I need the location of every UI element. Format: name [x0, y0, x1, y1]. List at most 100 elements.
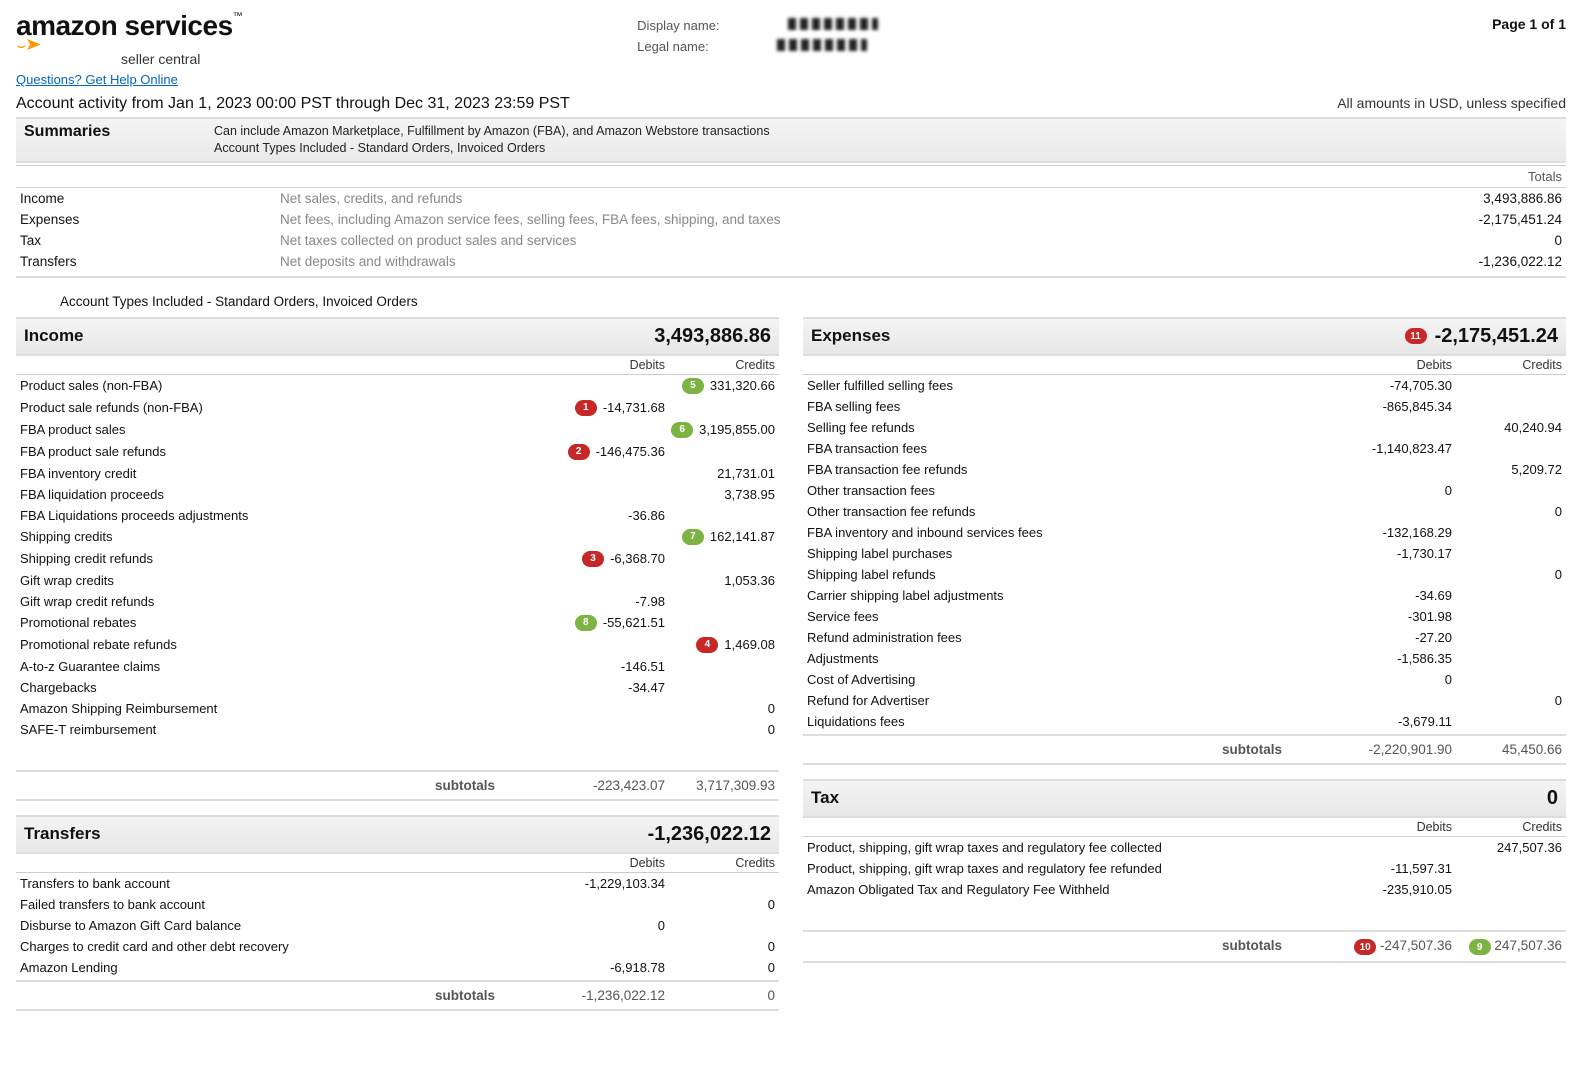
expenses-title: Expenses — [811, 326, 890, 346]
subtotals-label: subtotals — [20, 988, 555, 1003]
line-item-label: FBA inventory credit — [20, 466, 555, 481]
amount-value: 0 — [658, 918, 665, 933]
line-item-label: FBA product sales — [20, 422, 555, 437]
summary-row-label: Income — [20, 191, 280, 206]
line-item-label: FBA product sale refunds — [20, 444, 555, 459]
summary-row-value: 0 — [1402, 233, 1562, 248]
line-item-label: Promotional rebates — [20, 615, 555, 630]
debits-header: Debits — [1342, 358, 1452, 372]
amount-value: -146,475.36 — [596, 444, 665, 459]
income-title: Income — [24, 326, 84, 346]
amount-value: -132,168.29 — [1383, 525, 1452, 540]
amount-value: 0 — [768, 722, 775, 737]
annotation-badge: 7 — [682, 529, 704, 545]
credits-header: Credits — [665, 358, 775, 372]
amount-value: -3,679.11 — [1398, 714, 1452, 729]
amount-value: -1,730.17 — [1397, 546, 1452, 561]
amount-value: 1,053.36 — [724, 573, 775, 588]
amount-value: -865,845.34 — [1383, 399, 1452, 414]
account-names: Display name: Legal name: — [637, 18, 877, 54]
display-name-label: Display name: — [637, 18, 719, 33]
line-item-label: SAFE-T reimbursement — [20, 722, 555, 737]
account-types-note: Account Types Included - Standard Orders… — [60, 294, 1566, 309]
income-subtotal-credits: 3,717,309.93 — [665, 778, 775, 793]
amount-value: -1,586.35 — [1397, 651, 1452, 666]
line-item-label: FBA transaction fees — [807, 441, 1342, 456]
debits-header: Debits — [1342, 820, 1452, 834]
summary-row-label: Tax — [20, 233, 280, 248]
line-item-label: Refund administration fees — [807, 630, 1342, 645]
display-name-value-redacted — [788, 18, 878, 30]
debits-header: Debits — [555, 358, 665, 372]
line-item-label: Adjustments — [807, 651, 1342, 666]
amount-value: 0 — [768, 701, 775, 716]
annotation-badge: 5 — [682, 378, 704, 394]
credits-header: Credits — [665, 856, 775, 870]
activity-range: Account activity from Jan 1, 2023 00:00 … — [16, 95, 570, 113]
line-item-label: Disburse to Amazon Gift Card balance — [20, 918, 555, 933]
line-item-label: Amazon Lending — [20, 960, 555, 975]
summary-row-label: Expenses — [20, 212, 280, 227]
line-item-label: Transfers to bank account — [20, 876, 555, 891]
line-item-label: Carrier shipping label adjustments — [807, 588, 1342, 603]
amount-value: 0 — [1445, 483, 1452, 498]
transfers-title: Transfers — [24, 824, 101, 844]
line-item-label: Shipping label refunds — [807, 567, 1342, 582]
expenses-total-badge: 11 — [1405, 328, 1427, 344]
amount-value: 3,195,855.00 — [699, 422, 775, 437]
trademark-symbol: ™ — [233, 11, 243, 22]
amount-value: 1,469.08 — [724, 637, 775, 652]
tax-subtotal-debits-badge: 10 — [1354, 939, 1376, 955]
line-item-label: Promotional rebate refunds — [20, 637, 555, 652]
amount-value: -14,731.68 — [603, 400, 665, 415]
help-link[interactable]: Questions? Get Help Online — [16, 72, 178, 87]
line-item-label: Product, shipping, gift wrap taxes and r… — [807, 861, 1342, 876]
amount-value: -301.98 — [1408, 609, 1452, 624]
legal-name-value-redacted — [777, 39, 867, 51]
amount-value: -27.20 — [1415, 630, 1452, 645]
line-item-label: Shipping label purchases — [807, 546, 1342, 561]
amount-value: 247,507.36 — [1497, 840, 1562, 855]
line-item-label: A-to-z Guarantee claims — [20, 659, 555, 674]
tax-subtotal-debits: -247,507.36 — [1380, 938, 1452, 953]
logo-word-services: services — [117, 10, 232, 41]
income-total: 3,493,886.86 — [654, 325, 771, 348]
amount-value: 21,731.01 — [717, 466, 775, 481]
line-item-label: Shipping credits — [20, 529, 555, 544]
amount-value: -1,140,823.47 — [1372, 441, 1452, 456]
summary-row-desc: Net deposits and withdrawals — [280, 254, 1402, 269]
line-item-label: FBA liquidation proceeds — [20, 487, 555, 502]
totals-column-header: Totals — [16, 165, 1566, 188]
summaries-title: Summaries — [24, 123, 214, 141]
summaries-desc-1: Can include Amazon Marketplace, Fulfillm… — [214, 123, 770, 140]
line-item-label: Service fees — [807, 609, 1342, 624]
line-item-label: Failed transfers to bank account — [20, 897, 555, 912]
amount-value: 162,141.87 — [710, 529, 775, 544]
line-item-label: Other transaction fees — [807, 483, 1342, 498]
summary-row-value: -2,175,451.24 — [1402, 212, 1562, 227]
amount-value: 0 — [768, 960, 775, 975]
amount-value: -146.51 — [621, 659, 665, 674]
amount-value: 0 — [1555, 567, 1562, 582]
line-item-label: FBA inventory and inbound services fees — [807, 525, 1342, 540]
annotation-badge: 6 — [671, 422, 693, 438]
amazon-services-logo: amazon services™ ⌣➤ seller central — [16, 12, 243, 66]
expenses-total: -2,175,451.24 — [1435, 325, 1558, 348]
tax-title: Tax — [811, 788, 839, 808]
annotation-badge: 8 — [575, 615, 597, 631]
summary-row-value: 3,493,886.86 — [1402, 191, 1562, 206]
summary-row-desc: Net fees, including Amazon service fees,… — [280, 212, 1402, 227]
amount-value: 0 — [1445, 672, 1452, 687]
line-item-label: Product sales (non-FBA) — [20, 378, 555, 393]
transfers-subtotal-debits: -1,236,022.12 — [555, 988, 665, 1003]
amount-value: 5,209.72 — [1511, 462, 1562, 477]
line-item-label: Charges to credit card and other debt re… — [20, 939, 555, 954]
line-item-label: Cost of Advertising — [807, 672, 1342, 687]
amount-value: -34.47 — [628, 680, 665, 695]
annotation-badge: 1 — [575, 400, 597, 416]
line-item-label: Refund for Advertiser — [807, 693, 1342, 708]
line-item-label: Amazon Shipping Reimbursement — [20, 701, 555, 716]
amount-value: 3,738.95 — [724, 487, 775, 502]
line-item-label: FBA Liquidations proceeds adjustments — [20, 508, 555, 523]
annotation-badge: 3 — [582, 551, 604, 567]
